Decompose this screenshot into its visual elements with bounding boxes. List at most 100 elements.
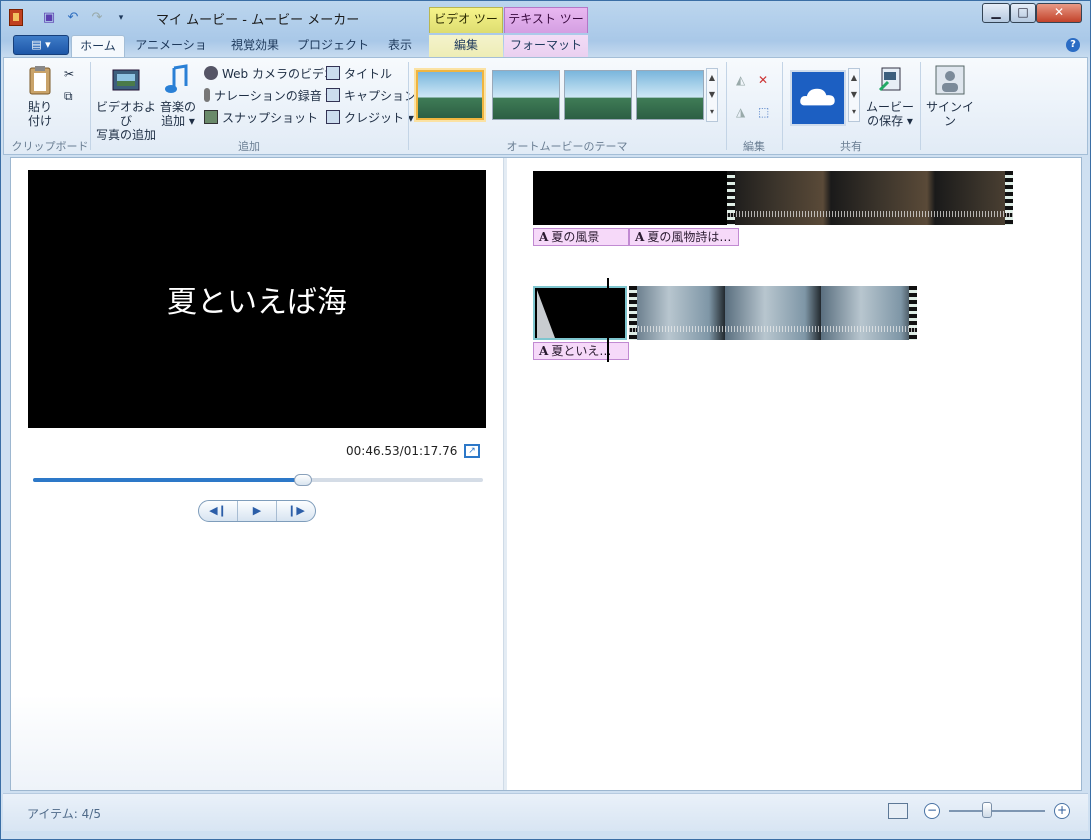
redo-icon[interactable]: ↷ [89,10,105,26]
title-icon [326,66,340,80]
status-bar: アイテム: 4/5 − + [3,793,1088,831]
automovie-theme-2[interactable] [492,70,560,120]
help-icon[interactable]: ? [1066,38,1080,52]
caption-clip[interactable]: A 夏の風景 [533,228,629,246]
qat-dropdown-icon[interactable]: ▾ [113,10,129,26]
quick-access-toolbar: ▣ ↶ ↷ ▾ [41,10,129,26]
themes-scroll[interactable]: ▲ ▼ ▾ [706,68,718,122]
app-icon[interactable] [9,9,23,26]
music-note-icon [165,64,188,93]
window-title: マイ ムービー - ムービー メーカー [156,13,360,28]
clipboard-icon [29,66,51,95]
preview-monitor[interactable]: 夏といえば海 [28,170,486,428]
webcam-icon [204,66,218,80]
tab-edit[interactable]: 編集 [429,35,503,57]
group-divider [408,62,409,150]
fireworks-clip[interactable] [727,171,1013,225]
audio-waveform [727,211,1013,217]
clipboard-group-label: クリップボード [11,140,89,153]
preview-pane: 夏といえば海 00:46.53/01:17.76 ↗ ◀❙ ▶ ❙▶ [11,158,503,790]
paste-button[interactable]: 貼り付け [18,64,62,128]
cut-icon[interactable]: ✂ [64,64,74,84]
microphone-icon [204,88,210,102]
add-group-label: 追加 [238,140,260,153]
playhead[interactable] [607,278,609,362]
sign-in-button[interactable]: サインイン [922,64,978,128]
snapshot-button[interactable]: スナップショット [204,108,318,128]
group-divider [920,62,921,150]
zoom-slider-track[interactable] [949,810,1045,812]
tab-visual-effects[interactable]: 視覚効果 [221,35,289,57]
tab-view[interactable]: 表示 [379,35,421,57]
tab-animations[interactable]: アニメーション [131,35,211,72]
caption-clip[interactable]: A 夏といえ… [533,342,629,360]
app-window: ▣ ↶ ↷ ▾ マイ ムービー - ムービー メーカー ビデオ ツール テキスト… [0,0,1091,840]
save-movie-icon [878,67,901,92]
snapshot-icon [204,110,218,124]
remove-icon[interactable]: ✕ [758,70,768,90]
seek-progress [33,478,303,482]
caption-clip[interactable]: A 夏の風物詩は… [629,228,739,246]
automovie-theme-3[interactable] [564,70,632,120]
add-videos-photos-button[interactable]: ビデオおよび 写真の追加 [94,64,158,142]
cloud-icon [800,88,835,106]
tab-home[interactable]: ホーム [71,35,125,57]
credits-icon [326,110,340,124]
storyboard-view-icon[interactable] [888,803,908,819]
seek-bar[interactable] [33,474,483,486]
share-group-label: 共有 [840,140,862,153]
play-icon[interactable]: ▶ [238,501,277,521]
selected-title-clip[interactable] [533,286,627,340]
next-frame-icon[interactable]: ❙▶ [277,501,315,521]
save-movie-button[interactable]: ムービー の保存 ▾ [864,64,916,128]
previous-frame-icon[interactable]: ◀❙ [199,501,238,521]
item-count: アイテム: 4/5 [27,807,101,821]
title-button[interactable]: タイトル [326,64,392,84]
zoom-in-icon[interactable]: + [1054,803,1070,819]
zoom-out-icon[interactable]: − [924,803,940,819]
group-divider [726,62,727,150]
undo-icon[interactable]: ↶ [65,10,81,26]
title-bar: ▣ ↶ ↷ ▾ マイ ムービー - ムービー メーカー ビデオ ツール テキスト… [1,1,1090,48]
file-menu-button[interactable]: ▤ ▾ [13,35,69,55]
storyboard: A 夏の風景 A 夏の風物詩は… A 夏といえ… [507,158,1081,790]
minimize-button[interactable]: ▁ [982,3,1010,23]
seek-thumb[interactable] [294,474,312,486]
tab-project[interactable]: プロジェクト [297,35,369,57]
playback-time: 00:46.53/01:17.76 [346,444,458,458]
credits-button[interactable]: クレジット ▾ [326,108,414,128]
video-tools-context-label: ビデオ ツール [429,7,503,48]
onedrive-button[interactable] [790,70,846,126]
text-tools-context-label: テキスト ツール [504,7,588,48]
editing-group-label: 編集 [743,140,765,153]
save-icon[interactable]: ▣ [41,10,57,26]
film-photo-icon [112,69,140,91]
record-narration-button[interactable]: ナレーションの録音 ▾ [204,86,332,106]
share-scroll[interactable]: ▲ ▼ ▾ [848,68,860,122]
zoom-slider-thumb[interactable] [982,802,993,818]
group-divider [782,62,783,150]
rotate-right-icon[interactable]: ◮ [736,102,745,122]
select-all-icon[interactable]: ⬚ [758,102,769,122]
close-button[interactable]: ✕ [1036,3,1082,23]
workspace: 夏といえば海 00:46.53/01:17.76 ↗ ◀❙ ▶ ❙▶ A 夏の風景 [10,157,1082,791]
seaside-clip[interactable] [629,286,917,340]
audio-waveform [629,326,917,332]
caption-button[interactable]: キャプション [326,86,416,106]
rotate-left-icon[interactable]: ◭ [736,70,745,90]
caption-icon [326,88,340,102]
webcam-video-button[interactable]: Web カメラのビデオ [204,64,336,84]
tab-format[interactable]: フォーマット [504,35,588,57]
add-music-button[interactable]: 音楽の 追加 ▾ [158,64,198,128]
maximize-button[interactable]: □ [1010,3,1036,23]
user-icon [935,65,965,95]
automovie-theme-1[interactable] [416,70,484,120]
automovie-theme-4[interactable] [636,70,704,120]
copy-icon[interactable]: ⧉ [64,86,73,106]
title-clip[interactable] [533,171,727,225]
playback-controls: ◀❙ ▶ ❙▶ [198,500,316,522]
ribbon: 貼り付け ✂ ⧉ クリップボード ビデオおよび 写真の追加 音楽の 追加 ▾ W… [3,57,1088,155]
fullscreen-icon[interactable]: ↗ [464,444,480,458]
themes-group-label: オートムービーのテーマ [506,140,628,153]
transition-icon [537,290,555,338]
